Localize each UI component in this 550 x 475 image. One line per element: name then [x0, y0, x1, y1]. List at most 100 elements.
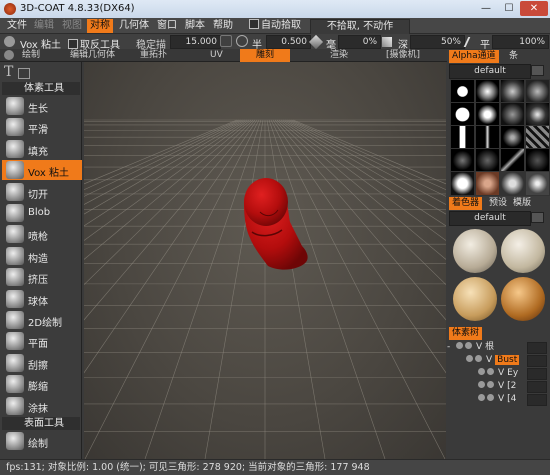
minimize-button[interactable]: —	[474, 1, 498, 16]
alpha-brush-thumbnail[interactable]	[525, 148, 550, 173]
tool-item[interactable]: 刮擦	[2, 353, 82, 373]
menu-window[interactable]: 窗口	[154, 19, 180, 33]
alpha-brush-thumbnail[interactable]	[475, 102, 500, 127]
tree-item[interactable]: V [4	[447, 393, 550, 406]
tool-item[interactable]: 生长	[2, 96, 82, 116]
menu-geometry[interactable]: 几何体	[116, 19, 152, 33]
tab-paint[interactable]: 绘制	[22, 49, 40, 62]
red-bust-model[interactable]	[84, 62, 446, 459]
tab-shaders[interactable]: 着色器	[449, 197, 483, 210]
alpha-preset-dropdown[interactable]: default	[449, 64, 531, 79]
eye-icon[interactable]	[478, 394, 485, 401]
alpha-brush-thumbnail[interactable]	[450, 102, 475, 127]
tool-item[interactable]: 切开	[2, 182, 82, 202]
tab-camera[interactable]: [摄像机]	[386, 49, 420, 62]
ghost-icon[interactable]	[475, 355, 482, 362]
tool-item[interactable]: 平滑	[2, 117, 82, 137]
tool-item[interactable]: 填充	[2, 139, 82, 159]
material-sphere-2[interactable]	[501, 229, 545, 273]
tree-item[interactable]: V [2	[447, 380, 550, 393]
alpha-brush-thumbnail[interactable]	[475, 125, 500, 150]
tab-edit-geometry[interactable]: 编辑几何体	[70, 49, 115, 62]
tab-presets[interactable]: 预设	[489, 197, 507, 210]
menu-help[interactable]: 帮助	[210, 19, 236, 33]
tree-item-field[interactable]	[527, 368, 547, 380]
eye-icon[interactable]	[456, 342, 463, 349]
alpha-menu-icon[interactable]	[531, 65, 544, 76]
alpha-brush-thumbnail[interactable]	[525, 125, 550, 150]
material-preset-dropdown[interactable]: default	[449, 211, 531, 226]
alpha-brush-thumbnail[interactable]	[475, 171, 500, 196]
close-button[interactable]: ✕	[520, 1, 548, 16]
alpha-brush-thumbnail[interactable]	[500, 125, 525, 150]
alpha-brush-thumbnail[interactable]	[475, 79, 500, 104]
tab-strips[interactable]: 条	[509, 50, 518, 63]
eye-icon[interactable]	[466, 355, 473, 362]
ghost-icon[interactable]	[465, 342, 472, 349]
auto-pick-checkbox[interactable]	[249, 19, 259, 29]
tree-item-field[interactable]	[527, 342, 547, 354]
voxel-tools-header[interactable]: 体素工具	[2, 82, 80, 95]
tree-item-field[interactable]	[527, 355, 547, 367]
alpha-brush-thumbnail[interactable]	[500, 148, 525, 173]
menu-view[interactable]: 视图	[59, 19, 85, 33]
tool-item[interactable]: 构造	[2, 246, 82, 266]
pick-mode-dropdown[interactable]: 不拾取, 不动作	[310, 19, 410, 35]
maximize-button[interactable]: ☐	[498, 1, 520, 16]
tool-item[interactable]: 涂抹	[2, 396, 82, 416]
3d-viewport[interactable]	[84, 62, 446, 459]
tool-item[interactable]: 挤压	[2, 267, 82, 287]
tool-paint[interactable]: 绘制	[2, 431, 82, 451]
material-sphere-1[interactable]	[453, 229, 497, 273]
fixed-tracing-input[interactable]: 15.000	[170, 35, 221, 49]
tab-sculpt[interactable]: 雕刻	[240, 49, 291, 62]
alpha-brush-thumbnail[interactable]	[450, 125, 475, 150]
depth-input[interactable]: 0%	[338, 35, 381, 49]
text-tool-icon[interactable]: T	[4, 64, 13, 80]
tool-item[interactable]: Vox 粘土	[2, 160, 82, 181]
tree-item[interactable]: - V根	[447, 341, 550, 354]
tab-voxel-tree[interactable]: 体素树	[449, 327, 483, 340]
tool-item[interactable]: 喷枪	[2, 224, 82, 244]
ghost-icon[interactable]	[487, 394, 494, 401]
tab-alpha[interactable]: Alpha通道	[449, 50, 499, 63]
tree-item-field[interactable]	[527, 394, 547, 406]
tool-item[interactable]: 2D绘制	[2, 310, 82, 330]
eye-icon[interactable]	[478, 368, 485, 375]
tool-item[interactable]: Blob	[2, 203, 82, 223]
tab-uv[interactable]: UV	[210, 49, 223, 62]
tab-stencils[interactable]: 模版	[513, 197, 531, 210]
eye-icon[interactable]	[478, 381, 485, 388]
alpha-brush-thumbnail[interactable]	[525, 79, 550, 104]
alpha-brush-thumbnail[interactable]	[525, 102, 550, 127]
tree-item[interactable]: V Ey	[447, 367, 550, 380]
alpha-brush-thumbnail[interactable]	[450, 148, 475, 173]
surface-tools-header[interactable]: 表面工具	[2, 417, 80, 430]
auto-pick-toggle[interactable]: 自动拾取	[246, 19, 304, 33]
image-tool-icon[interactable]	[18, 68, 30, 79]
menu-symmetry[interactable]: 对称	[87, 19, 113, 33]
brush-icon[interactable]	[220, 35, 232, 47]
alpha-brush-thumbnail[interactable]	[450, 171, 475, 196]
tree-item[interactable]: V Bust	[447, 354, 550, 367]
anti-tool-checkbox[interactable]	[68, 39, 78, 49]
radius-input[interactable]: 0.500	[266, 35, 311, 49]
alpha-brush-thumbnail[interactable]	[500, 171, 525, 196]
alpha-brush-thumbnail[interactable]	[500, 102, 525, 127]
alpha-brush-thumbnail[interactable]	[525, 171, 550, 196]
ghost-icon[interactable]	[487, 368, 494, 375]
tab-render[interactable]: 渲染	[330, 49, 348, 62]
deep-input[interactable]: 50%	[410, 35, 465, 49]
menu-edit[interactable]: 编辑	[31, 19, 57, 33]
tab-retopo[interactable]: 重拓扑	[140, 49, 167, 62]
material-menu-icon[interactable]	[531, 212, 544, 223]
menu-script[interactable]: 脚本	[182, 19, 208, 33]
tool-item[interactable]: 平面	[2, 331, 82, 351]
ghost-icon[interactable]	[487, 381, 494, 388]
tool-item[interactable]: 膨缩	[2, 374, 82, 394]
material-sphere-4[interactable]	[501, 277, 545, 321]
alpha-brush-thumbnail[interactable]	[450, 79, 475, 104]
tool-item[interactable]: 球体	[2, 289, 82, 309]
alpha-brush-thumbnail[interactable]	[475, 148, 500, 173]
menu-file[interactable]: 文件	[4, 19, 30, 33]
